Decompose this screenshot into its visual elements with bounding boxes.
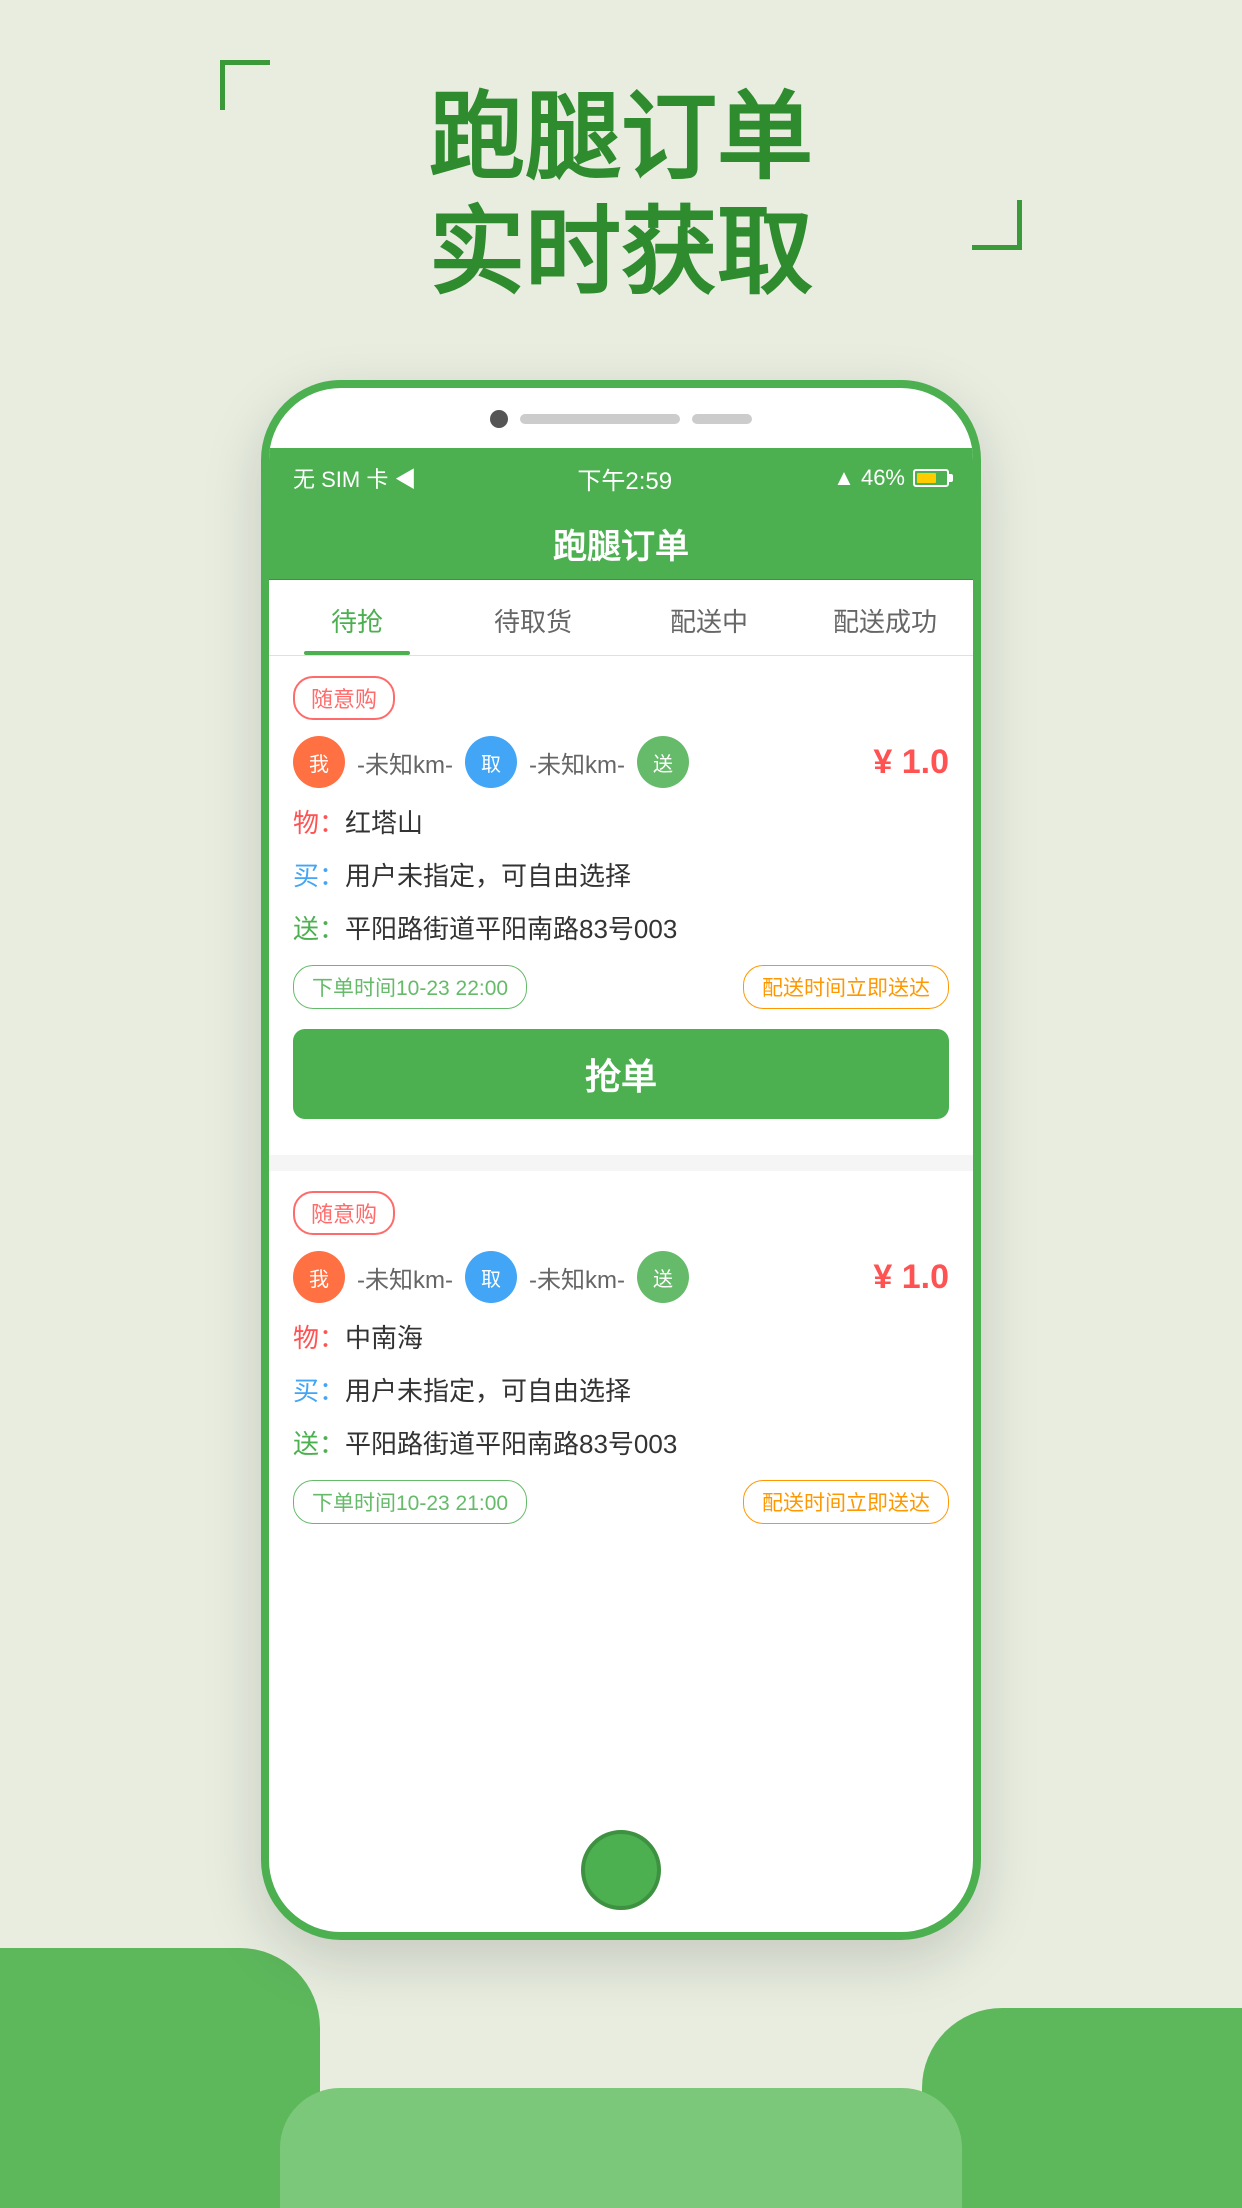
dist1-2: -未知km-	[345, 1260, 465, 1295]
phone-button-left	[261, 688, 265, 768]
route-info-1: 我 -未知km- 取 -未知km- 送 ¥ 1.0	[293, 736, 949, 788]
order-item-row-2: 物： 中南海	[293, 1319, 949, 1358]
route-me-icon-2: 我	[293, 1251, 345, 1303]
order-list: 随意购 我 -未知km- 取 -未知km- 送 ¥ 1.0	[269, 656, 973, 1940]
buy-label-2: 买：	[293, 1372, 345, 1411]
item-value-2: 中南海	[345, 1319, 423, 1358]
item-label-1: 物：	[293, 804, 345, 843]
delivery-time-badge-1: 配送时间立即送达	[743, 965, 949, 1009]
dist2-1: -未知km-	[517, 745, 637, 780]
order-tag-1: 随意购	[293, 676, 395, 720]
route-deliver-icon-1: 送	[637, 736, 689, 788]
order-buy-row-2: 买： 用户未指定，可自由选择	[293, 1372, 949, 1411]
phone-home-button[interactable]	[581, 1830, 661, 1910]
tab-delivered[interactable]: 配送成功	[797, 580, 973, 655]
bg-grass-center	[280, 2088, 962, 2208]
buy-label-1: 买：	[293, 857, 345, 896]
app-title: 跑腿订单	[553, 519, 689, 568]
route-deliver-icon-2: 送	[637, 1251, 689, 1303]
status-time: 下午2:59	[577, 461, 672, 496]
phone-frame: 无 SIM 卡 ◀ 下午2:59 ▲ 46% 跑腿订单 待抢 待取货 配送中	[261, 380, 981, 1940]
order-tag-2: 随意购	[293, 1191, 395, 1235]
send-label-1: 送：	[293, 910, 345, 949]
dist1-1: -未知km-	[345, 745, 465, 780]
header-title: 跑腿订单 实时获取	[0, 60, 1242, 330]
order-buy-row-1: 买： 用户未指定，可自由选择	[293, 857, 949, 896]
send-value-1: 平阳路街道平阳南路83号003	[345, 910, 677, 949]
app-title-bar: 跑腿订单	[269, 508, 973, 580]
bg-grass-left	[0, 1948, 320, 2208]
phone-speaker	[520, 414, 680, 424]
status-battery: ▲ 46%	[833, 465, 949, 491]
phone-top-bar	[490, 410, 752, 428]
order-time-badge-1: 下单时间10-23 22:00	[293, 965, 527, 1009]
battery-fill	[917, 473, 936, 483]
card-divider	[269, 1155, 973, 1171]
phone-sensor	[692, 414, 752, 424]
time-badges-1: 下单时间10-23 22:00 配送时间立即送达	[293, 965, 949, 1009]
order-card-1: 随意购 我 -未知km- 取 -未知km- 送 ¥ 1.0	[269, 656, 973, 1139]
dist2-2: -未知km-	[517, 1260, 637, 1295]
tab-bar: 待抢 待取货 配送中 配送成功	[269, 580, 973, 656]
status-carrier: 无 SIM 卡 ◀	[293, 462, 416, 494]
status-bar: 无 SIM 卡 ◀ 下午2:59 ▲ 46%	[269, 448, 973, 508]
bg-grass-right	[922, 2008, 1242, 2208]
route-pick-icon-1: 取	[465, 736, 517, 788]
tab-delivering[interactable]: 配送中	[621, 580, 797, 655]
buy-value-2: 用户未指定，可自由选择	[345, 1372, 631, 1411]
delivery-time-badge-2: 配送时间立即送达	[743, 1480, 949, 1524]
header-section: 跑腿订单 实时获取	[0, 60, 1242, 330]
tab-pending-grab[interactable]: 待抢	[269, 580, 445, 655]
order-card-2: 随意购 我 -未知km- 取 -未知km- 送 ¥ 1.0	[269, 1171, 973, 1564]
order-send-row-2: 送： 平阳路街道平阳南路83号003	[293, 1425, 949, 1464]
order-time-badge-2: 下单时间10-23 21:00	[293, 1480, 527, 1524]
battery-icon	[913, 469, 949, 487]
item-label-2: 物：	[293, 1319, 345, 1358]
phone-button-right	[977, 668, 981, 788]
order-price-2: ¥ 1.0	[873, 1258, 949, 1297]
phone-camera	[490, 410, 508, 428]
route-me-icon-1: 我	[293, 736, 345, 788]
phone-container: 无 SIM 卡 ◀ 下午2:59 ▲ 46% 跑腿订单 待抢 待取货 配送中	[261, 380, 981, 1940]
send-label-2: 送：	[293, 1425, 345, 1464]
route-info-2: 我 -未知km- 取 -未知km- 送 ¥ 1.0	[293, 1251, 949, 1303]
send-value-2: 平阳路街道平阳南路83号003	[345, 1425, 677, 1464]
order-item-row-1: 物： 红塔山	[293, 804, 949, 843]
grab-button-1[interactable]: 抢单	[293, 1029, 949, 1119]
time-badges-2: 下单时间10-23 21:00 配送时间立即送达	[293, 1480, 949, 1524]
buy-value-1: 用户未指定，可自由选择	[345, 857, 631, 896]
order-price-1: ¥ 1.0	[873, 743, 949, 782]
item-value-1: 红塔山	[345, 804, 423, 843]
route-pick-icon-2: 取	[465, 1251, 517, 1303]
order-send-row-1: 送： 平阳路街道平阳南路83号003	[293, 910, 949, 949]
tab-pending-pickup[interactable]: 待取货	[445, 580, 621, 655]
